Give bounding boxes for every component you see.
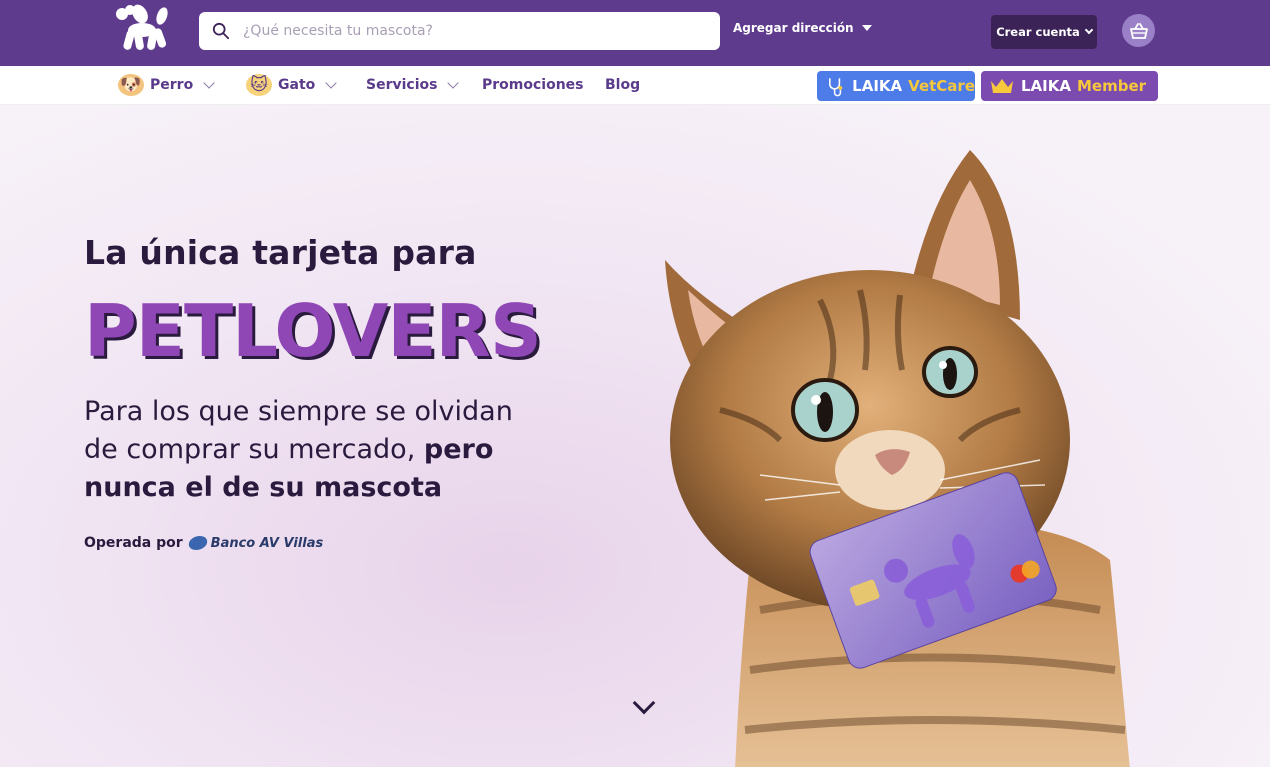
nav-item-label: Gato: [278, 77, 316, 93]
dog-icon: 🐶: [118, 74, 144, 96]
nav-item-label: Servicios: [366, 77, 438, 93]
basket-icon: [1129, 22, 1148, 39]
hero-banner: La única tarjeta para PETLOVERS Para los…: [0, 105, 1270, 767]
nav-item-label: Blog: [605, 77, 641, 93]
chevron-down-icon: [325, 76, 337, 89]
bank-logo: Banco AV Villas: [186, 535, 324, 551]
nav-item-blog[interactable]: Blog: [605, 66, 640, 104]
chevron-down-icon: [1084, 25, 1094, 35]
hero-line1: La única tarjeta para: [84, 233, 477, 272]
cat-with-card-image: [665, 150, 1130, 767]
search-input[interactable]: [243, 12, 703, 50]
balloon-dog-logo-icon: [116, 4, 168, 50]
add-address-label: Agregar dirección: [733, 21, 854, 35]
nav-item-label: Promociones: [482, 77, 584, 93]
laika-vetcare-button[interactable]: LAIKA VetCare: [817, 71, 975, 101]
crown-icon: [991, 79, 1013, 93]
bank-name: Banco AV Villas: [210, 535, 324, 551]
top-header: Agregar dirección Crear cuenta: [0, 0, 1270, 66]
hero-subtitle: Para los que siempre se olvidan de compr…: [84, 393, 554, 507]
stethoscope-icon: [829, 78, 843, 97]
search-bar[interactable]: [199, 12, 720, 50]
operated-by-label: Operada por: [84, 535, 183, 551]
nav-item-promociones[interactable]: Promociones: [482, 66, 584, 104]
chevron-down-icon: [447, 76, 460, 89]
bank-mark-icon: [186, 536, 209, 550]
caret-down-icon: [861, 25, 872, 31]
cart-button[interactable]: [1122, 14, 1155, 47]
vetcare-brand: LAIKA: [852, 77, 903, 95]
create-account-label: Crear cuenta: [996, 25, 1080, 39]
member-accent: Member: [1076, 77, 1147, 95]
add-address-dropdown[interactable]: Agregar dirección: [733, 21, 872, 35]
hero-headline: PETLOVERS: [84, 289, 542, 373]
nav-item-gato[interactable]: 🐱 Gato: [246, 66, 337, 104]
cat-icon: 🐱: [246, 74, 272, 96]
create-account-button[interactable]: Crear cuenta: [991, 15, 1097, 49]
nav-item-label: Perro: [150, 77, 194, 93]
nav-item-perro[interactable]: 🐶 Perro: [118, 66, 215, 104]
chevron-down-icon: [203, 76, 215, 89]
operated-by: Operada por Banco AV Villas: [84, 535, 323, 551]
laika-member-button[interactable]: LAIKA Member: [981, 71, 1158, 101]
member-brand: LAIKA: [1021, 77, 1071, 95]
search-icon: [212, 22, 230, 40]
vetcare-accent: VetCare: [908, 77, 975, 95]
nav-item-servicios[interactable]: Servicios: [366, 66, 460, 104]
laika-logo[interactable]: [108, 2, 170, 52]
